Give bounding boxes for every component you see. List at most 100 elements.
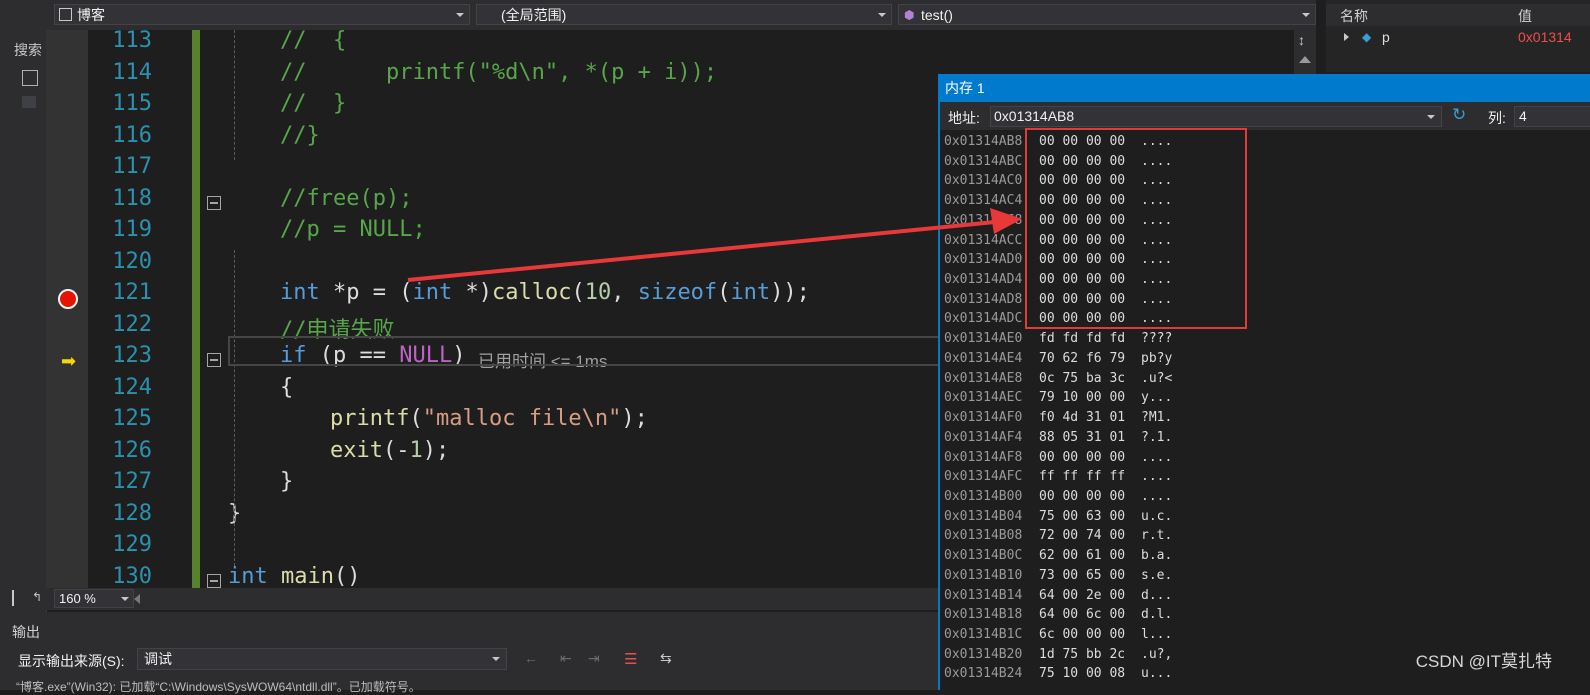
- line-number: 117: [112, 154, 152, 179]
- memory-bytes: 72 00 74 00: [1039, 528, 1126, 544]
- collapse-icon[interactable]: [207, 353, 221, 367]
- expand-icon[interactable]: [1344, 33, 1349, 41]
- memory-bytes: 73 00 65 00: [1039, 567, 1126, 583]
- address-input[interactable]: 0x01314AB8: [990, 106, 1442, 127]
- collapse-icon[interactable]: [207, 195, 221, 210]
- indicator-margin[interactable]: [46, 30, 88, 588]
- pin-icon[interactable]: [22, 96, 36, 108]
- code-line[interactable]: printf("malloc file\n");: [330, 406, 648, 431]
- line-number: 128: [112, 500, 152, 526]
- memory-row[interactable]: 0x01314AF4 88 05 31 01 ?.1.: [944, 430, 1172, 450]
- memory-bytes: 00 00 00 00: [1039, 488, 1126, 504]
- project-dropdown[interactable]: 博客: [54, 4, 470, 25]
- memory-row[interactable]: 0x01314B20 1d 75 bb 2c .u?,: [944, 647, 1172, 667]
- memory-row[interactable]: 0x01314B14 64 00 2e 00 d...: [944, 588, 1172, 608]
- code-line[interactable]: int main(): [228, 564, 360, 589]
- code-line[interactable]: // printf("%d\n", *(p + i));: [280, 60, 717, 85]
- memory-chars: ....: [1141, 469, 1173, 485]
- navigation-bar: 博客 (全局范围) ⬢ test(): [46, 0, 1316, 30]
- memory-bytes: 1d 75 bb 2c: [1039, 646, 1126, 662]
- quick-actions-icon[interactable]: [12, 590, 20, 606]
- memory-row[interactable]: 0x01314B00 00 00 00 00....: [944, 489, 1172, 509]
- next-message-icon[interactable]: ⇥: [588, 650, 606, 668]
- column-header-name[interactable]: 名称: [1340, 6, 1368, 26]
- scope-dropdown[interactable]: (全局范围): [476, 4, 892, 25]
- column-header-value[interactable]: 值: [1518, 6, 1532, 26]
- collapse-icon[interactable]: [207, 573, 221, 588]
- memory-row[interactable]: 0x01314B18 64 00 6c 00 d.l.: [944, 607, 1172, 627]
- memory-address: 0x01314AF0: [944, 410, 1023, 426]
- memory-row[interactable]: 0x01314AE4 70 62 f6 79 pb?y: [944, 351, 1172, 371]
- variable-value: 0x01314: [1518, 29, 1572, 45]
- zoom-value: 160 %: [59, 591, 96, 606]
- memory-row[interactable]: 0x01314B04 75 00 63 00 u.c.: [944, 509, 1172, 529]
- memory-address: 0x01314B04: [944, 508, 1023, 524]
- code-line[interactable]: int *p = (int *)calloc(10, sizeof(int));: [280, 280, 810, 305]
- left-strip: [0, 0, 10, 690]
- chevron-down-icon: [121, 597, 129, 601]
- memory-chars: .u?,: [1141, 646, 1173, 662]
- watch-row[interactable]: ◆ p 0x01314: [1326, 28, 1590, 48]
- code-line[interactable]: // }: [280, 91, 346, 116]
- zoom-dropdown[interactable]: 160 %: [54, 589, 134, 608]
- memory-address: 0x01314B08: [944, 528, 1023, 544]
- watch-panel: 名称 值 ◆ p 0x01314: [1326, 0, 1590, 72]
- output-text: “博客.exe”(Win32): 已加载“C:\Windows\SysWOW64…: [16, 680, 421, 694]
- scroll-left-icon[interactable]: [134, 594, 140, 604]
- find-message-icon[interactable]: ←: [524, 650, 542, 668]
- memory-bytes: 75 00 63 00: [1039, 508, 1126, 524]
- member-name: test(): [921, 7, 953, 23]
- memory-title-bar[interactable]: 内存 1: [940, 74, 1590, 102]
- refresh-icon[interactable]: ↻: [1452, 105, 1466, 125]
- word-wrap-icon[interactable]: ⇆: [660, 650, 678, 668]
- memory-row[interactable]: 0x01314AF8 00 00 00 00....: [944, 450, 1172, 470]
- memory-row[interactable]: 0x01314B24 75 10 00 08 u...: [944, 666, 1172, 686]
- output-source-label: 显示输出来源(S):: [18, 653, 125, 669]
- code-line[interactable]: //p = NULL;: [280, 217, 426, 242]
- indent-guide: [234, 30, 235, 160]
- line-number: 125: [112, 406, 152, 431]
- columns-input[interactable]: 4: [1514, 106, 1590, 127]
- memory-row[interactable]: 0x01314B10 73 00 65 00 s.e.: [944, 568, 1172, 588]
- line-number: 129: [112, 532, 152, 557]
- memory-chars: y...: [1141, 390, 1173, 406]
- memory-address: 0x01314AE4: [944, 350, 1023, 366]
- memory-row[interactable]: 0x01314B0C 62 00 61 00 b.a.: [944, 548, 1172, 568]
- code-line[interactable]: exit(-1);: [330, 438, 449, 463]
- memory-row[interactable]: 0x01314AF0 f0 4d 31 01 ?M1.: [944, 410, 1172, 430]
- side-toolbar: 搜索: [10, 0, 47, 612]
- memory-row[interactable]: 0x01314B1C 6c 00 00 00 l...: [944, 627, 1172, 647]
- code-line[interactable]: // {: [280, 30, 346, 53]
- watermark: CSDN @IT莫扎特: [1415, 652, 1552, 671]
- memory-chars: ....: [1141, 488, 1173, 504]
- memory-row[interactable]: 0x01314AEC 79 10 00 00 y...: [944, 390, 1172, 410]
- chevron-down-icon: [1427, 115, 1435, 119]
- memory-bytes: 00 00 00 00: [1039, 449, 1126, 465]
- code-line[interactable]: }: [280, 469, 293, 494]
- memory-bytes: f0 4d 31 01: [1039, 410, 1126, 426]
- change-tracking-bar: [192, 30, 200, 588]
- navigate-icon[interactable]: ↰: [32, 590, 42, 604]
- split-icon[interactable]: ↕: [1298, 32, 1305, 48]
- memory-row[interactable]: 0x01314B08 72 00 74 00 r.t.: [944, 528, 1172, 548]
- breakpoint-icon[interactable]: [58, 289, 78, 309]
- clear-all-icon[interactable]: ☰: [624, 650, 642, 668]
- code-line[interactable]: {: [280, 375, 293, 400]
- solution-explorer-icon[interactable]: [22, 70, 38, 86]
- memory-row[interactable]: 0x01314AE0 fd fd fd fd????: [944, 331, 1172, 351]
- memory-row[interactable]: 0x01314AFC ff ff ff ff....: [944, 469, 1172, 489]
- search-tab[interactable]: 搜索: [14, 40, 44, 60]
- member-dropdown[interactable]: ⬢ test(): [898, 4, 1316, 25]
- code-line[interactable]: //}: [280, 123, 320, 148]
- line-number: 130: [112, 563, 152, 589]
- scroll-up-icon[interactable]: [1299, 56, 1311, 63]
- output-source-dropdown[interactable]: 调试: [137, 648, 507, 670]
- address-label: 地址:: [948, 110, 980, 126]
- memory-bytes: 0c 75 ba 3c: [1039, 370, 1126, 386]
- code-line[interactable]: //free(p);: [280, 186, 412, 211]
- memory-address: 0x01314AF8: [944, 449, 1023, 465]
- memory-row[interactable]: 0x01314AE8 0c 75 ba 3c .u?<: [944, 371, 1172, 391]
- memory-bytes: 75 10 00 08: [1039, 666, 1126, 682]
- previous-message-icon[interactable]: ⇤: [560, 650, 578, 668]
- address-value: 0x01314AB8: [994, 108, 1075, 124]
